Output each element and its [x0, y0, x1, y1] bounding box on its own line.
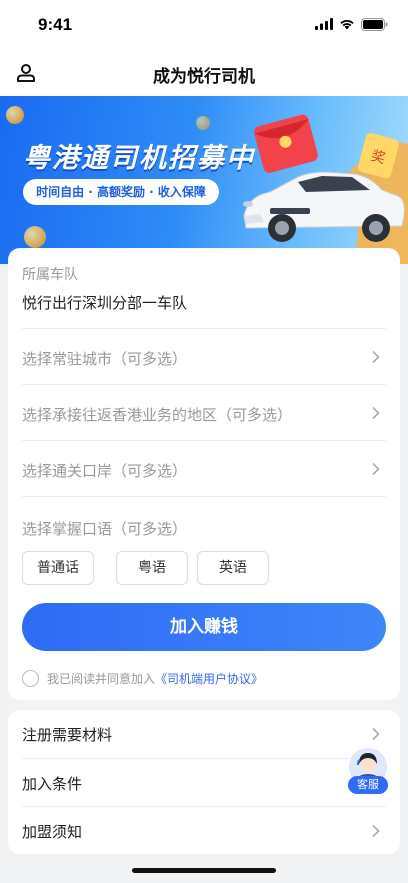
- banner-title: 粤港通司机招募中: [23, 143, 255, 174]
- cellular-signal-icon: [315, 18, 333, 30]
- home-indicator: [132, 868, 276, 873]
- driver-form-card: 所属车队 悦行出行深圳分部一车队 选择常驻城市（可多选） 选择承接往返香港业务的…: [8, 248, 400, 700]
- select-hk-service-region-label: 选择承接往返香港业务的地区（可多选）: [22, 406, 293, 424]
- status-bar: 9:41: [0, 0, 408, 48]
- agreement-text: 我已阅读并同意加入: [47, 671, 156, 686]
- chevron-right-icon: [372, 407, 380, 419]
- info-card: 注册需要材料 加入条件 加盟须知: [8, 710, 400, 854]
- language-label: 选择掌握口语（可多选）: [22, 520, 188, 538]
- join-button[interactable]: 加入赚钱: [22, 603, 386, 651]
- battery-icon: [361, 17, 388, 31]
- chevron-right-icon: [372, 351, 380, 363]
- fleet-label: 所属车队: [22, 267, 78, 283]
- chevron-right-icon: [372, 728, 380, 740]
- page-title: 成为悦行司机: [153, 67, 255, 87]
- info-item-materials[interactable]: 注册需要材料: [22, 710, 386, 758]
- select-resident-city-label: 选择常驻城市（可多选）: [22, 350, 188, 368]
- fleet-value: 悦行出行深圳分部一车队: [22, 294, 188, 312]
- wifi-icon: [340, 19, 354, 30]
- coin-decoration: [6, 106, 24, 124]
- chevron-right-icon: [372, 825, 380, 837]
- info-item-notice[interactable]: 加盟须知: [22, 806, 386, 854]
- agreement-checkbox[interactable]: [22, 669, 39, 687]
- language-option-mandarin[interactable]: 普通话: [22, 551, 94, 585]
- language-option-english[interactable]: 英语: [197, 551, 269, 585]
- car-illustration: 奖: [243, 114, 408, 264]
- coin-decoration: [196, 116, 210, 130]
- agreement-link[interactable]: 《司机端用户协议》: [155, 670, 263, 687]
- agreement-row: 我已阅读并同意加入 《司机端用户协议》: [22, 668, 263, 688]
- nav-bar: 成为悦行司机: [0, 48, 408, 96]
- select-border-port-label: 选择通关口岸（可多选）: [22, 462, 188, 480]
- info-item-conditions[interactable]: 加入条件: [22, 758, 386, 806]
- customer-service-label: 客服: [348, 776, 388, 794]
- info-item-label: 加盟须知: [22, 823, 83, 841]
- select-resident-city[interactable]: 选择常驻城市（可多选）: [22, 328, 386, 384]
- select-hk-service-region[interactable]: 选择承接往返香港业务的地区（可多选）: [22, 384, 386, 440]
- language-option-cantonese[interactable]: 粤语: [116, 551, 188, 585]
- banner-subtitle: 时间自由 · 高额奖励 · 收入保障: [23, 179, 219, 205]
- select-border-port[interactable]: 选择通关口岸（可多选）: [22, 440, 386, 496]
- chevron-right-icon: [372, 463, 380, 475]
- status-icons: [315, 17, 388, 31]
- divider: [22, 496, 386, 497]
- status-time: 9:41: [38, 15, 73, 34]
- coin-decoration: [24, 226, 46, 248]
- info-item-label: 注册需要材料: [22, 726, 113, 744]
- recruit-banner[interactable]: 粤港通司机招募中 时间自由 · 高额奖励 · 收入保障 奖: [0, 96, 408, 264]
- customer-service-button[interactable]: 客服: [345, 746, 391, 798]
- info-item-label: 加入条件: [22, 775, 83, 793]
